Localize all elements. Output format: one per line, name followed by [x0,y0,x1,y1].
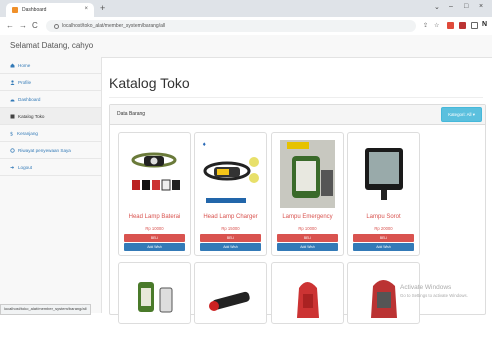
sidebar-item-label: Riwayat penyewaan Saya [18,147,71,153]
watermark-title: Activate Windows [400,284,452,291]
watermark-subtitle: Go to Settings to activate Windows. [400,293,468,298]
address-bar-row: ← → C localhost/toko_alat/member_system/… [0,17,492,36]
home-icon [10,63,15,68]
product-image[interactable] [277,268,338,340]
product-image[interactable] [353,268,414,340]
product-price: Rp 15000 [221,226,240,231]
browser-tab-title: Dashboard [22,7,47,13]
activate-windows-watermark: Activate Windows Go to Settings to activ… [400,284,468,298]
status-bar-url: localhost/toko_alat/member_system/barang… [0,304,91,315]
browser-tab-strip: Dashboard × + ⌄ – □ × [0,0,492,17]
product-price: Rp 10000 [298,226,317,231]
product-card[interactable] [194,262,267,324]
svg-text:$: $ [10,131,13,136]
sidebar-item-label: Katalog Toko [18,113,45,119]
product-card[interactable]: Head Lamp Baterai Rp 10000 BELI Add Wish [118,132,191,256]
sidebar-item-katalog-toko[interactable]: Katalog Toko [0,108,101,125]
product-card[interactable]: Lampu Sorot Rp 20000 BELI Add Wish [347,132,420,256]
product-card[interactable] [118,262,191,324]
product-card[interactable]: Lampu Emergency Rp 10000 BELI Add Wish [271,132,344,256]
page-title: Katalog Toko [109,75,190,91]
url-text: localhost/toko_alat/member_system/barang… [62,23,166,29]
logout-icon [10,165,15,170]
user-icon [10,79,15,85]
sidebar-item-label: Logout [18,164,33,170]
top-navbar: Selamat Datang, cahyo [0,35,492,58]
beli-button[interactable]: BELI [200,234,261,242]
panel-title: Data Barang [117,111,146,117]
history-icon [10,147,15,153]
add-wish-button[interactable]: Add Wish [200,243,261,251]
sidebar-item-profile[interactable]: Profile [0,74,101,91]
svg-text:♦: ♦ [202,142,206,148]
sidebar-item-label: Profile [18,79,32,85]
forward-icon[interactable]: → [19,21,27,30]
product-image[interactable] [353,138,414,210]
sidepanel-icon[interactable] [471,22,478,29]
product-image[interactable] [277,138,338,210]
product-image[interactable] [124,138,185,210]
add-wish-button[interactable]: Add Wish [353,243,414,251]
product-image[interactable] [124,268,185,340]
minimize-button[interactable]: – [449,3,453,10]
sidebar-item-keranjang[interactable]: $ Keranjang [0,125,101,142]
product-price: Rp 10000 [145,226,164,231]
sidebar: Home Profile Dashboard Katalog Toko $ Ke… [0,57,102,313]
sidebar-item-label: Keranjang [17,130,38,136]
beli-button[interactable]: BELI [124,234,185,242]
product-name[interactable]: Lampu Emergency [272,214,343,220]
new-tab-button[interactable]: + [100,3,105,13]
title-divider [109,97,483,98]
reload-icon[interactable]: C [32,21,38,30]
share-icon[interactable]: ⇪ [423,22,428,29]
product-card[interactable]: ♦ Head Lamp Charger Rp 15000 BELI Add Wi… [194,132,267,256]
beli-button[interactable]: BELI [277,234,338,242]
product-card[interactable] [271,262,344,324]
browser-tab[interactable]: Dashboard × [6,3,94,17]
url-input[interactable]: localhost/toko_alat/member_system/barang… [46,20,416,32]
extension-icon[interactable] [459,22,466,29]
sidebar-item-home[interactable]: Home [0,57,101,74]
navbar-brand[interactable]: Selamat Datang, cahyo [10,41,93,50]
maximize-button[interactable]: □ [464,3,468,10]
cart-icon: $ [10,131,14,137]
site-info-icon[interactable] [54,23,59,29]
add-wish-button[interactable]: Add Wish [277,243,338,251]
kategori-dropdown-button[interactable]: Kategori: All ▾ [441,107,482,122]
add-wish-button[interactable]: Add Wish [124,243,185,251]
sidebar-item-logout[interactable]: Logout [0,159,101,176]
sidebar-item-label: Dashboard [18,96,41,102]
close-window-button[interactable]: × [479,3,483,10]
product-name[interactable]: Head Lamp Baterai [119,214,190,220]
product-name[interactable]: Lampu Sorot [348,214,419,220]
product-image[interactable] [200,268,261,340]
sidebar-item-riwayat[interactable]: Riwayat penyewaan Saya [0,142,101,159]
extension-icon[interactable] [447,22,454,29]
catalog-icon [10,114,15,119]
product-image[interactable]: ♦ [200,138,261,210]
product-name[interactable]: Head Lamp Charger [195,214,266,220]
tab-close-icon[interactable]: × [84,6,88,12]
beli-button[interactable]: BELI [353,234,414,242]
profile-icon[interactable]: N [482,21,487,28]
favicon-icon [12,7,18,13]
product-price: Rp 20000 [374,226,393,231]
dashboard-icon [10,97,15,102]
tab-search-icon[interactable]: ⌄ [434,3,440,11]
sidebar-item-dashboard[interactable]: Dashboard [0,91,101,108]
sidebar-item-label: Home [18,62,31,68]
back-icon[interactable]: ← [6,21,14,30]
bookmark-star-icon[interactable]: ☆ [434,22,439,29]
panel-heading: Data Barang Kategori: All ▾ [110,105,485,125]
